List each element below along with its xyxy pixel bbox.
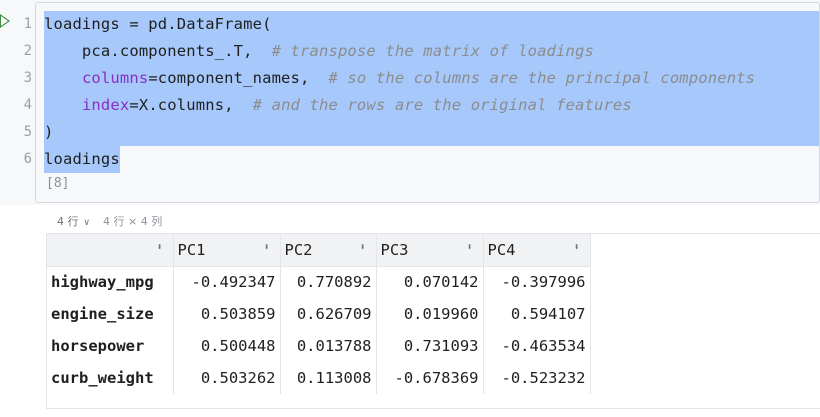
table-cell: -0.678369: [376, 362, 484, 394]
table-cell: -0.523232: [483, 362, 591, 394]
row-index: highway_mpg: [47, 266, 174, 298]
table-header-row: ⬍ PC1 ⬍ PC2 ⬍ PC3 ⬍ PC4 ⬍: [47, 234, 591, 267]
sort-icon[interactable]: ⬍: [263, 242, 269, 253]
table-row: highway_mpg -0.492347 0.770892 0.070142 …: [47, 266, 591, 298]
code-line-5[interactable]: ): [44, 119, 819, 146]
line-number: 6: [23, 151, 32, 167]
code-text: loadings = pd.DataFrame(: [44, 15, 272, 33]
sort-icon[interactable]: ⬍: [359, 242, 365, 253]
code-comment: # so the columns are the principal compo…: [328, 69, 756, 87]
code-cell[interactable]: 1 2 3 4 5 6 loadings = pd.DataFrame( pca…: [0, 0, 820, 205]
table-cell: 0.500448: [173, 330, 281, 362]
column-header[interactable]: PC1 ⬍: [173, 234, 281, 267]
code-text: ): [44, 123, 54, 141]
code-keyword-argument: index: [81, 96, 130, 114]
table-cell: 0.113008: [280, 362, 377, 394]
table-row: horsepower 0.500448 0.013788 0.731093 -0…: [47, 330, 591, 362]
table-cell: 0.503859: [173, 298, 281, 330]
dataframe-table: ⬍ PC1 ⬍ PC2 ⬍ PC3 ⬍ PC4 ⬍ highway_mpg -0.492…: [47, 234, 591, 394]
code-text: loadings: [44, 146, 120, 173]
code-line-2[interactable]: pca.components_.T, # transpose the matri…: [44, 38, 819, 65]
row-index: engine_size: [47, 298, 174, 330]
table-row: curb_weight 0.503262 0.113008 -0.678369 …: [47, 362, 591, 394]
dataframe-output: ⬍ PC1 ⬍ PC2 ⬍ PC3 ⬍ PC4 ⬍ highway_mpg -0.492…: [46, 234, 820, 409]
code-keyword-argument: columns: [81, 69, 149, 87]
dataframe-shape: 4 行 × 4 列: [103, 215, 163, 228]
line-number: 4: [23, 97, 32, 113]
table-cell: 0.019960: [376, 298, 484, 330]
table-cell: -0.397996: [483, 266, 591, 298]
table-cell: 0.503262: [173, 362, 281, 394]
sort-icon[interactable]: ⬍: [573, 242, 579, 253]
table-cell: 0.770892: [280, 266, 377, 298]
code-text: =component_names,: [148, 69, 329, 87]
run-arrow-icon[interactable]: [0, 14, 10, 28]
row-index: curb_weight: [47, 362, 174, 394]
table-cell: 0.626709: [280, 298, 377, 330]
table-cell: 0.070142: [376, 266, 484, 298]
code-comment: # transpose the matrix of loadings: [271, 42, 594, 60]
column-header[interactable]: PC3 ⬍: [376, 234, 484, 267]
code-text: =X.columns,: [129, 96, 253, 114]
code-comment: # and the rows are the original features: [252, 96, 632, 114]
code-editor[interactable]: loadings = pd.DataFrame( pca.components_…: [44, 11, 819, 173]
line-number: 2: [23, 43, 32, 59]
code-line-1[interactable]: loadings = pd.DataFrame(: [44, 11, 819, 38]
table-row: engine_size 0.503859 0.626709 0.019960 0…: [47, 298, 591, 330]
rows-dropdown[interactable]: 4 行 ∨: [57, 213, 90, 229]
code-text: pca.components_.T,: [44, 42, 272, 60]
code-line-3[interactable]: columns=component_names, # so the column…: [44, 65, 819, 92]
row-index: horsepower: [47, 330, 174, 362]
line-number: 3: [23, 70, 32, 86]
sort-icon[interactable]: ⬍: [466, 242, 472, 253]
rows-dropdown-label: 4 行: [57, 215, 79, 228]
table-cell: 0.013788: [280, 330, 377, 362]
line-number: 1: [23, 16, 32, 32]
chevron-down-icon: ∨: [80, 218, 90, 228]
execution-count: [8]: [46, 176, 70, 191]
output-toolbar: 4 行 ∨ 4 行 × 4 列: [46, 206, 820, 234]
code-line-4[interactable]: index=X.columns, # and the rows are the …: [44, 92, 819, 119]
column-header[interactable]: PC2 ⬍: [280, 234, 377, 267]
code-line-6[interactable]: loadings: [44, 146, 819, 173]
table-cell: 0.731093: [376, 330, 484, 362]
column-header-index[interactable]: ⬍: [47, 234, 174, 267]
line-number: 5: [23, 124, 32, 140]
table-cell: 0.594107: [483, 298, 591, 330]
column-header[interactable]: PC4 ⬍: [483, 234, 591, 267]
table-cell: -0.463534: [483, 330, 591, 362]
table-cell: -0.492347: [173, 266, 281, 298]
sort-icon[interactable]: ⬍: [156, 242, 162, 253]
